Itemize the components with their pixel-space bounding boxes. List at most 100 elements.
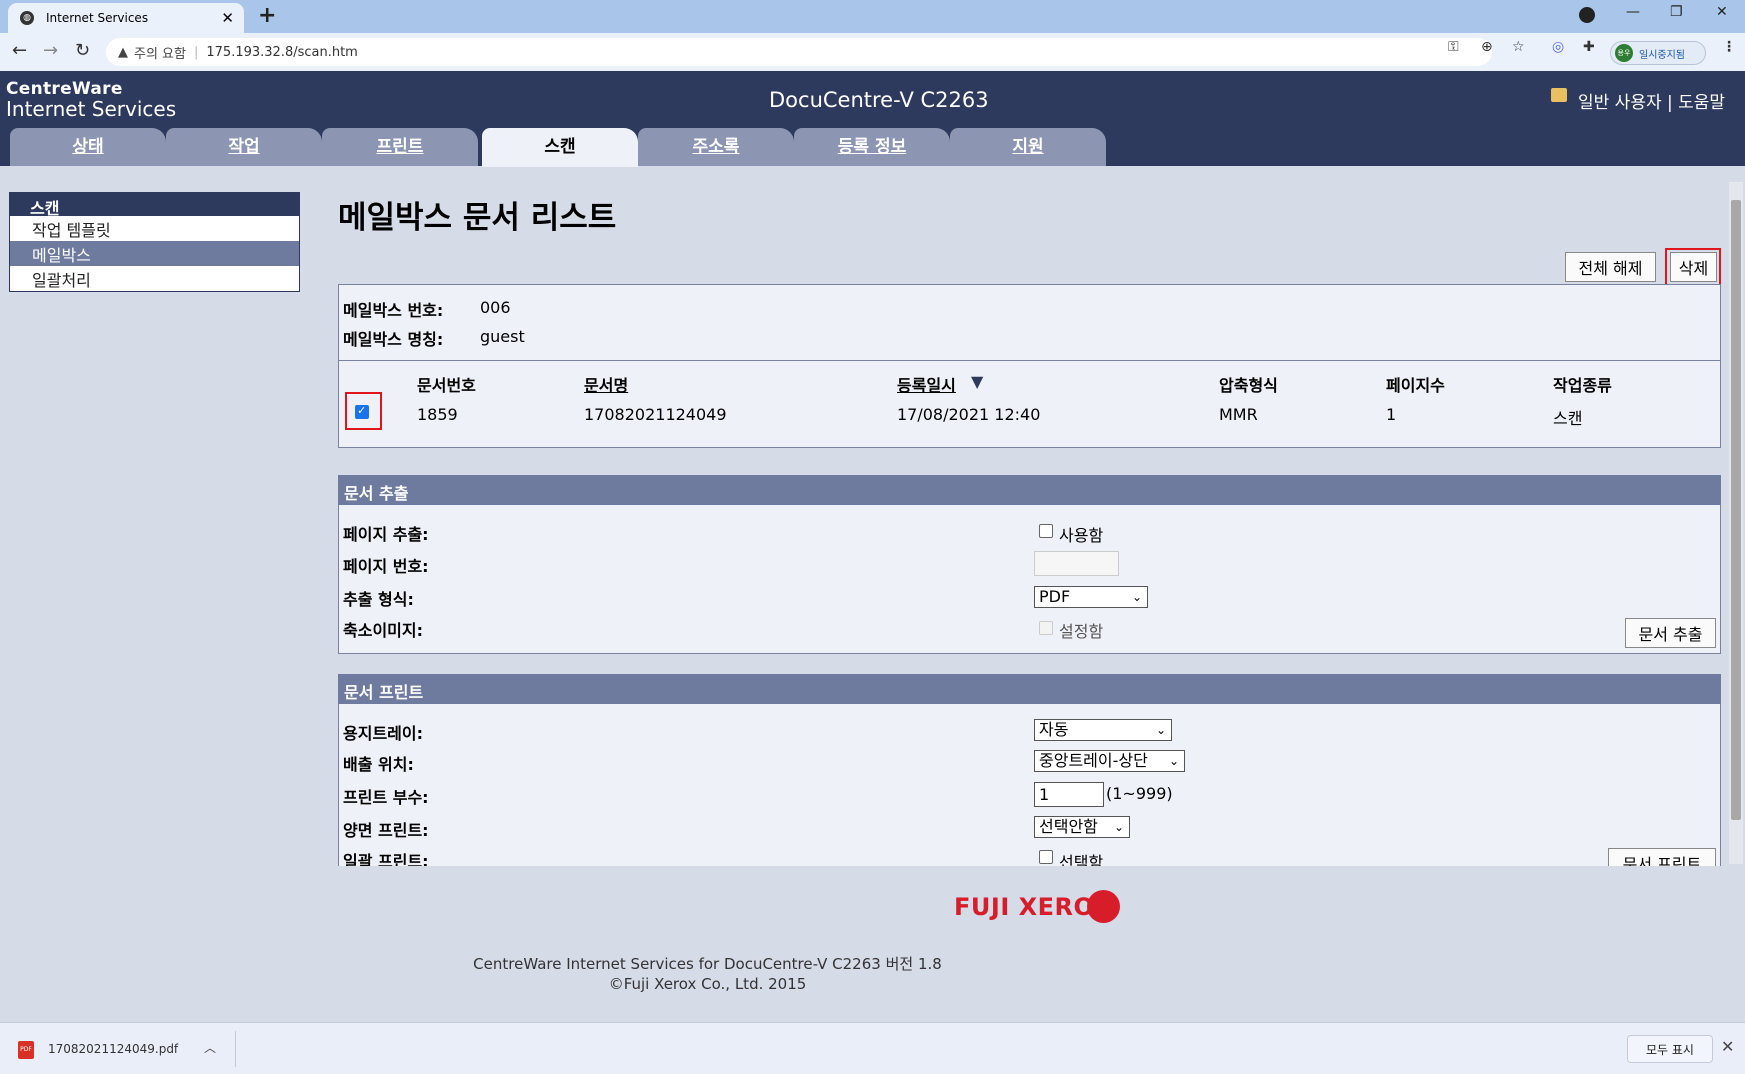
tray-value: 자동: [1039, 720, 1069, 739]
output-label: 배출 위치:: [343, 755, 414, 774]
mailbox-panel: 메일박스 번호: 006 메일박스 명칭: guest 문서번호 문서명 등록일…: [338, 284, 1721, 448]
browser-toolbar: ← → ↻ ▲ 주의 요함 | 175.193.32.8/scan.htm ⚿ …: [0, 33, 1745, 71]
row-checkbox[interactable]: [355, 404, 369, 419]
forward-icon[interactable]: →: [43, 40, 58, 61]
page-extract-checkbox[interactable]: [1039, 524, 1053, 538]
chevron-up-icon[interactable]: ︿: [204, 1039, 216, 1056]
batch-print-label: 일괄 프린트:: [343, 852, 429, 866]
copies-label: 프린트 부수:: [343, 788, 429, 807]
chevron-down-icon: ⌄: [1155, 723, 1166, 737]
row-compression: MMR: [1219, 405, 1258, 424]
copies-input[interactable]: 1: [1034, 782, 1104, 807]
back-icon[interactable]: ←: [12, 40, 27, 61]
warning-icon: ▲: [118, 44, 128, 60]
col-doc-number: 문서번호: [417, 376, 476, 395]
tab-close-icon[interactable]: ✕: [221, 9, 234, 27]
tab-status[interactable]: 상태: [10, 128, 166, 166]
url-text[interactable]: 175.193.32.8/scan.htm: [206, 45, 357, 60]
user-links[interactable]: 일반 사용자 | 도움말: [1578, 88, 1725, 113]
device-name: DocuCentre-V C2263: [769, 88, 989, 112]
page-extract-option: 사용함: [1059, 526, 1104, 545]
tab-scan[interactable]: 스캔: [482, 128, 638, 167]
star-icon[interactable]: ☆: [1512, 39, 1525, 55]
extract-section-header: 문서 추출: [338, 475, 1721, 505]
duplex-select[interactable]: 선택안함 ⌄: [1034, 816, 1130, 838]
reload-icon[interactable]: ↻: [75, 40, 90, 61]
app-header: CentreWare Internet Services DocuCentre-…: [0, 71, 1745, 167]
tab-support[interactable]: 지원: [950, 128, 1106, 166]
sidebar-item-batch[interactable]: 일괄처리: [10, 266, 299, 291]
chevron-down-icon: ⌄: [1131, 590, 1142, 604]
brand-line1: CentreWare: [6, 79, 123, 99]
puzzle-icon[interactable]: ✚: [1583, 39, 1595, 55]
sidebar-item-job-templates[interactable]: 작업 템플릿: [10, 216, 299, 241]
col-pages: 페이지수: [1386, 376, 1445, 395]
row-pages: 1: [1386, 405, 1397, 424]
minimize-button[interactable]: —: [1626, 4, 1640, 20]
thumbnail-label: 축소이미지:: [343, 621, 423, 640]
xerox-ball-icon: [1087, 890, 1120, 923]
row-doc-number: 1859: [417, 405, 458, 424]
mailbox-name-label: 메일박스 명칭:: [343, 330, 444, 349]
window-close-button[interactable]: ✕: [1716, 4, 1728, 20]
delete-button[interactable]: 삭제: [1670, 252, 1717, 282]
extension-icon[interactable]: ◎: [1552, 39, 1564, 55]
col-reg-date[interactable]: 등록일시: [897, 372, 956, 396]
brand-line2: Internet Services: [6, 97, 177, 121]
tab-properties[interactable]: 등록 정보: [794, 128, 950, 166]
close-icon[interactable]: ✕: [1721, 1037, 1734, 1056]
thumbnail-checkbox[interactable]: [1039, 621, 1053, 635]
extract-format-select[interactable]: PDF ⌄: [1034, 586, 1148, 608]
download-separator: [235, 1031, 236, 1067]
browser-tab-strip: ◍ Internet Services ✕ + — ❐ ✕: [0, 0, 1745, 33]
page-extract-label: 페이지 추출:: [343, 525, 429, 544]
extract-format-value: PDF: [1039, 587, 1071, 606]
deselect-all-button[interactable]: 전체 해제: [1565, 252, 1656, 282]
restore-button[interactable]: ❐: [1670, 4, 1683, 20]
batch-print-checkbox[interactable]: [1039, 850, 1053, 864]
page-number-input[interactable]: [1034, 551, 1119, 576]
print-button[interactable]: 문서 프린트: [1608, 848, 1716, 866]
tray-label: 용지트레이:: [343, 724, 423, 743]
page-number-label: 페이지 번호:: [343, 557, 429, 576]
footer-version: CentreWare Internet Services for DocuCen…: [473, 955, 942, 973]
show-all-button[interactable]: 모두 표시: [1627, 1035, 1713, 1063]
footer-copyright: ©Fuji Xerox Co., Ltd. 2015: [608, 975, 807, 993]
sidebar-header[interactable]: 스캔: [10, 193, 299, 218]
address-bar[interactable]: ▲ 주의 요함 | 175.193.32.8/scan.htm: [106, 38, 1492, 66]
browser-tab-title: Internet Services: [46, 11, 149, 25]
batch-print-option: 선택함: [1059, 853, 1104, 866]
extract-panel: 페이지 추출: 사용함 페이지 번호: 추출 형식: PDF ⌄ 축소이미지: …: [338, 505, 1721, 654]
address-separator: |: [193, 44, 199, 60]
zoom-icon[interactable]: ⊕: [1481, 39, 1493, 55]
row-doc-name: 17082021124049: [584, 405, 727, 424]
tray-select[interactable]: 자동 ⌄: [1034, 719, 1172, 741]
tab-search-icon[interactable]: [1579, 7, 1595, 23]
extract-button[interactable]: 문서 추출: [1625, 618, 1716, 648]
chevron-down-icon: ⌄: [1113, 820, 1124, 834]
panel-divider: [339, 360, 1720, 361]
sidebar-item-mailbox[interactable]: 메일박스: [10, 241, 299, 266]
new-tab-button[interactable]: +: [258, 3, 276, 28]
copies-range: (1~999): [1106, 784, 1173, 803]
page-title: 메일박스 문서 리스트: [338, 200, 617, 236]
output-select[interactable]: 중앙트레이-상단 ⌄: [1034, 750, 1185, 772]
profile-label: 일시중지됨: [1639, 49, 1685, 61]
pdf-file-icon: PDF: [18, 1041, 34, 1059]
browser-tab[interactable]: ◍ Internet Services ✕: [8, 3, 244, 33]
scrollbar-thumb[interactable]: [1731, 200, 1741, 820]
menu-icon[interactable]: ⋮: [1722, 39, 1736, 55]
avatar: 용우: [1615, 44, 1633, 62]
profile-button[interactable]: 용우 일시중지됨: [1610, 41, 1706, 65]
tab-jobs[interactable]: 작업: [166, 128, 322, 166]
tab-print[interactable]: 프린트: [322, 128, 478, 166]
row-reg-date: 17/08/2021 12:40: [897, 405, 1041, 424]
sort-desc-icon[interactable]: ▼: [971, 372, 983, 391]
chevron-down-icon: ⌄: [1168, 754, 1179, 768]
col-doc-name[interactable]: 문서명: [584, 372, 628, 396]
key-icon[interactable]: ⚿: [1448, 39, 1459, 55]
download-file-name[interactable]: 17082021124049.pdf: [48, 1042, 178, 1056]
print-panel: 용지트레이: 자동 ⌄ 배출 위치: 중앙트레이-상단 ⌄ 프린트 부수: 1 …: [338, 704, 1721, 866]
security-label[interactable]: 주의 요함: [134, 43, 186, 62]
tab-addressbook[interactable]: 주소록: [638, 128, 794, 166]
